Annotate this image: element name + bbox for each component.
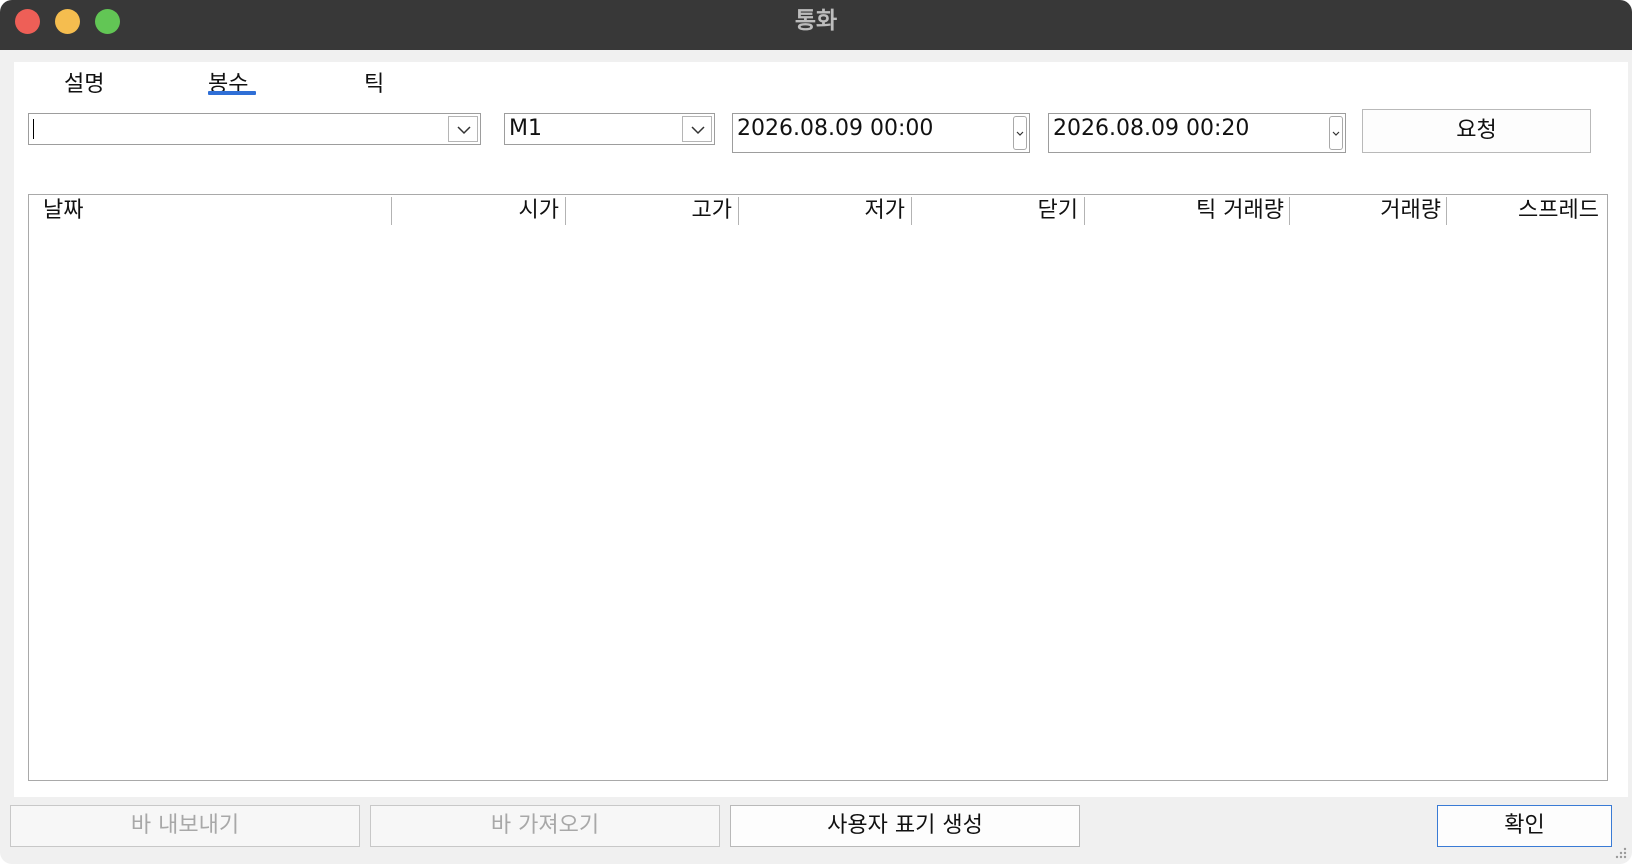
create-custom-symbol-button[interactable]: 사용자 표기 생성 (730, 805, 1080, 847)
bars-table[interactable]: 날짜 시가 고가 저가 닫기 틱 거래량 거래량 스프레드 (28, 194, 1608, 781)
chevron-down-icon (457, 126, 471, 135)
date-from-dropdown-button[interactable] (1013, 116, 1027, 150)
export-bars-button[interactable]: 바 내보내기 (10, 805, 360, 847)
column-separator[interactable] (911, 197, 912, 225)
tab-ticks[interactable]: 틱 (364, 66, 384, 98)
date-from-value: 2026.08.09 00:00 (737, 116, 934, 141)
column-header-open[interactable]: 시가 (399, 195, 559, 227)
chevron-down-icon (1332, 131, 1340, 136)
column-separator[interactable] (1084, 197, 1085, 225)
active-tab-indicator (208, 91, 256, 95)
column-header-close[interactable]: 닫기 (918, 195, 1078, 227)
timeframe-combobox[interactable]: M1 (504, 113, 715, 145)
date-to-picker[interactable]: 2026.08.09 00:20 (1048, 113, 1346, 153)
window-title: 통화 (794, 8, 838, 34)
title-bar[interactable]: 통화 (0, 0, 1632, 50)
chevron-down-icon (1016, 131, 1024, 136)
symbol-combobox[interactable] (28, 113, 481, 145)
column-separator[interactable] (1289, 197, 1290, 225)
column-header-high[interactable]: 고가 (572, 195, 732, 227)
column-separator[interactable] (738, 197, 739, 225)
symbol-dropdown-button[interactable] (448, 116, 478, 142)
tab-description[interactable]: 설명 (64, 66, 104, 98)
timeframe-dropdown-button[interactable] (682, 116, 712, 142)
column-separator[interactable] (391, 197, 392, 225)
ok-button[interactable]: 확인 (1437, 805, 1612, 847)
column-header-spread[interactable]: 스프레드 (1453, 195, 1599, 227)
resize-grip-icon[interactable] (1614, 846, 1628, 860)
column-header-low[interactable]: 저가 (745, 195, 905, 227)
column-header-volume[interactable]: 거래량 (1296, 195, 1441, 227)
request-button[interactable]: 요청 (1362, 109, 1591, 153)
date-to-value: 2026.08.09 00:20 (1053, 116, 1250, 141)
column-header-tick-volume[interactable]: 틱 거래량 (1091, 195, 1284, 227)
window: 통화 설명 봉수 틱 M1 2026.08.09 00:00 2026.08.0… (0, 0, 1632, 864)
timeframe-value: M1 (509, 116, 542, 141)
import-bars-button[interactable]: 바 가져오기 (370, 805, 720, 847)
date-from-picker[interactable]: 2026.08.09 00:00 (732, 113, 1030, 153)
text-cursor (33, 119, 34, 139)
chevron-down-icon (691, 126, 705, 135)
date-to-dropdown-button[interactable] (1329, 116, 1343, 150)
column-header-date[interactable]: 날짜 (43, 195, 383, 227)
column-separator[interactable] (565, 197, 566, 225)
column-separator[interactable] (1446, 197, 1447, 225)
